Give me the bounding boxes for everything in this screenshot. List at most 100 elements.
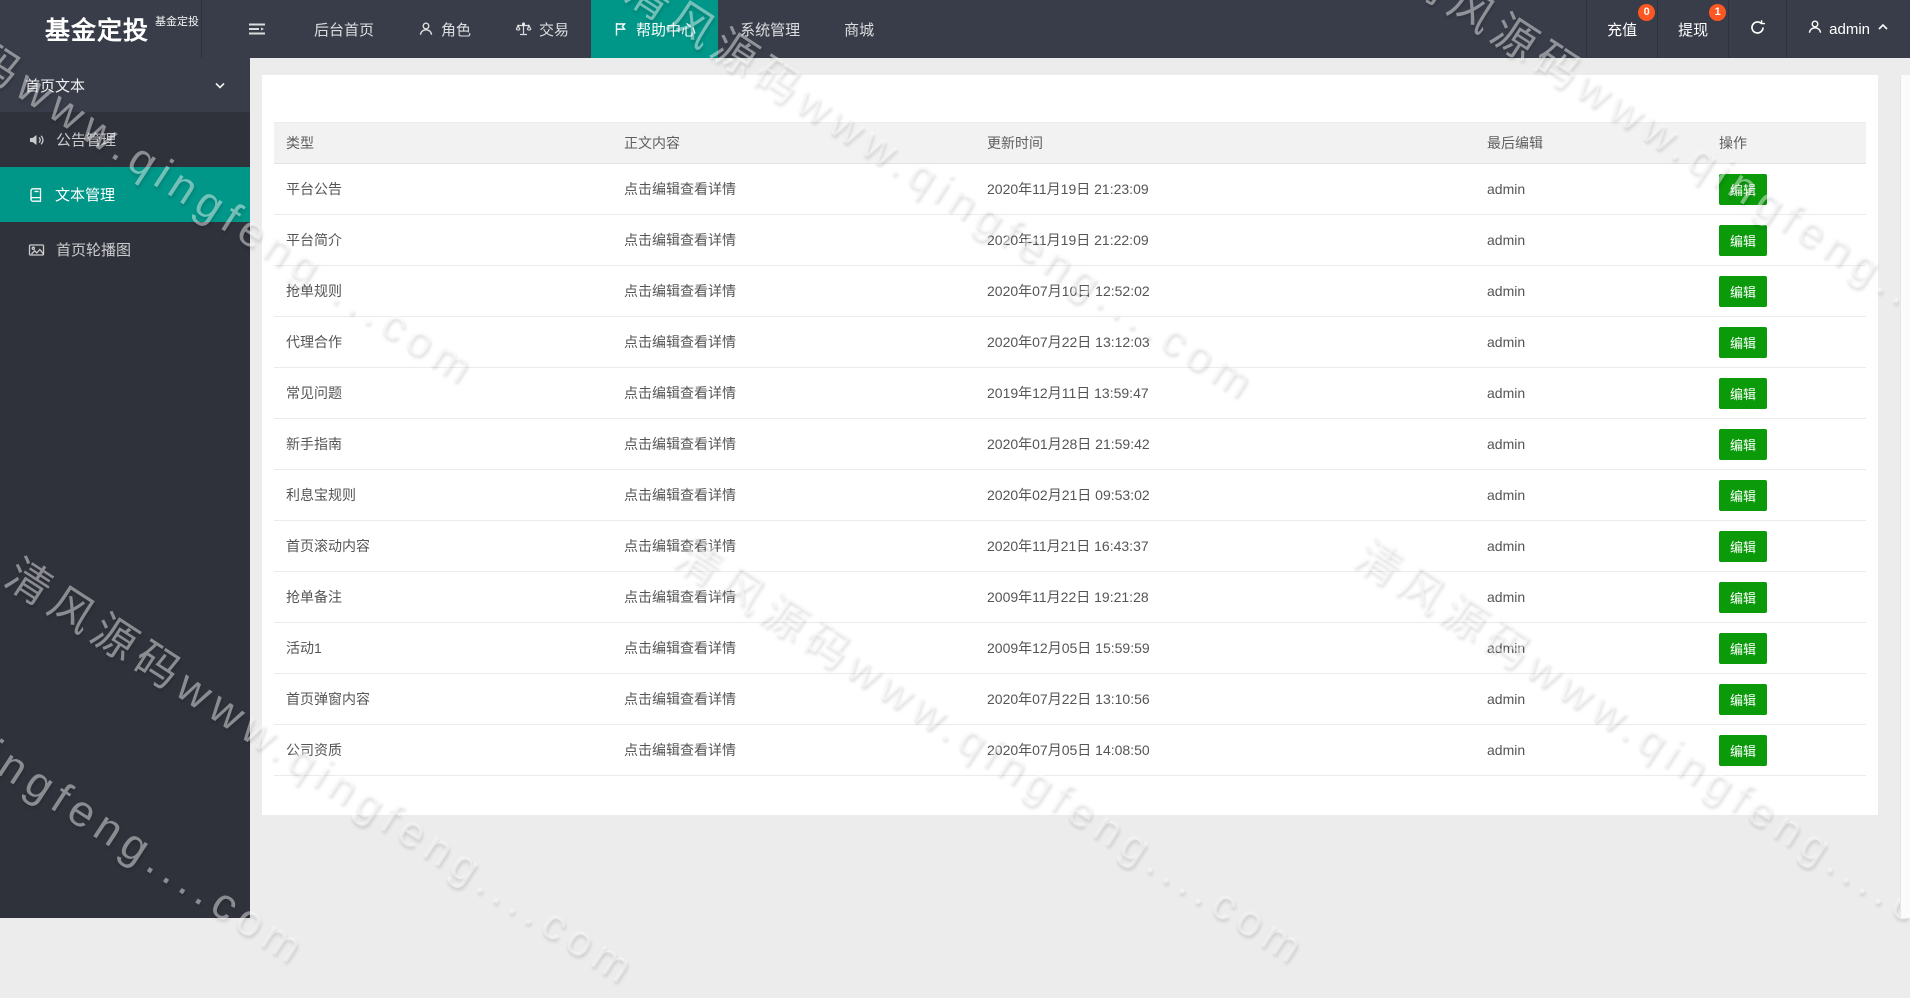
book-icon [28, 187, 44, 203]
cell-updated: 2020年01月28日 21:59:42 [975, 418, 1475, 470]
nav-item-mall[interactable]: 商城 [822, 0, 896, 58]
edit-button[interactable]: 编辑 [1719, 224, 1768, 256]
nav-item-trade[interactable]: 交易 [493, 0, 591, 58]
menu-icon [248, 21, 266, 37]
nav-label: 角色 [441, 21, 472, 39]
refresh-button[interactable] [1728, 0, 1786, 58]
cell-editor: admin [1475, 622, 1707, 674]
cell-updated: 2009年11月22日 19:21:28 [975, 571, 1475, 623]
table-row: 抢单备注 点击编辑查看详情 2009年11月22日 19:21:28 admin… [274, 571, 1866, 623]
cell-action: 编辑 [1707, 367, 1866, 419]
cell-action: 编辑 [1707, 214, 1866, 266]
recharge-button[interactable]: 充值 0 [1586, 0, 1657, 58]
user-menu[interactable]: admin [1786, 0, 1910, 58]
cell-editor: admin [1475, 214, 1707, 266]
edit-button[interactable]: 编辑 [1719, 326, 1768, 358]
table-row: 平台公告 点击编辑查看详情 2020年11月19日 21:23:09 admin… [274, 163, 1866, 215]
cell-content: 点击编辑查看详情 [612, 367, 975, 419]
vertical-scrollbar[interactable] [1900, 75, 1910, 918]
cell-content: 点击编辑查看详情 [612, 316, 975, 368]
sidebar-item-home-carousel[interactable]: 首页轮播图 [0, 222, 250, 277]
app-title: 基金定投 [45, 17, 150, 45]
content-card: 类型 正文内容 更新时间 最后编辑 操作 平台公告 点击编辑查看详情 2020年… [262, 75, 1878, 815]
withdraw-button[interactable]: 提现 1 [1657, 0, 1728, 58]
edit-button[interactable]: 编辑 [1719, 428, 1768, 460]
nav-item-help-center[interactable]: 帮助中心 [591, 0, 719, 58]
edit-button[interactable]: 编辑 [1719, 275, 1768, 307]
sidebar-item-announcement[interactable]: 公告管理 [0, 112, 250, 167]
menu-toggle-button[interactable] [222, 0, 292, 58]
app-title-badge: 基金定投 [155, 16, 200, 28]
sidebar-item-text-management[interactable]: 文本管理 [0, 167, 250, 222]
cell-updated: 2020年11月19日 21:23:09 [975, 163, 1475, 215]
cell-type: 平台公告 [274, 163, 612, 215]
sidebar-item-label: 文本管理 [55, 187, 116, 204]
header-editor: 最后编辑 [1475, 122, 1707, 164]
chevron-down-icon [212, 77, 228, 93]
cell-content: 点击编辑查看详情 [612, 418, 975, 470]
cell-type: 首页弹窗内容 [274, 673, 612, 725]
cell-content: 点击编辑查看详情 [612, 469, 975, 521]
table-header-row: 类型 正文内容 更新时间 最后编辑 操作 [274, 122, 1866, 164]
edit-button[interactable]: 编辑 [1719, 734, 1768, 766]
cell-updated: 2020年02月21日 09:53:02 [975, 469, 1475, 521]
user-icon [418, 21, 434, 37]
cell-action: 编辑 [1707, 622, 1866, 674]
cell-editor: admin [1475, 724, 1707, 776]
cell-content: 点击编辑查看详情 [612, 214, 975, 266]
table-body: 平台公告 点击编辑查看详情 2020年11月19日 21:23:09 admin… [274, 163, 1866, 776]
cell-editor: admin [1475, 163, 1707, 215]
top-nav: 后台首页 角色 交易 帮助中心 系统管理 商城 [202, 0, 896, 58]
table-row: 首页弹窗内容 点击编辑查看详情 2020年07月22日 13:10:56 adm… [274, 673, 1866, 725]
cell-type: 平台简介 [274, 214, 612, 266]
app-logo[interactable]: 基金定投 基金定投 [0, 0, 202, 58]
nav-label: 系统管理 [740, 21, 801, 39]
cell-action: 编辑 [1707, 469, 1866, 521]
sidebar-group-home-text[interactable]: 首页文本 [0, 58, 250, 112]
cell-updated: 2020年07月22日 13:12:03 [975, 316, 1475, 368]
sidebar-group-label: 首页文本 [25, 77, 86, 95]
nav-label: 交易 [539, 21, 570, 39]
nav-item-dashboard[interactable]: 后台首页 [292, 0, 396, 58]
scales-icon [515, 21, 532, 37]
recharge-label: 充值 [1607, 21, 1638, 39]
caret-up-icon [1876, 20, 1890, 38]
cell-content: 点击编辑查看详情 [612, 571, 975, 623]
nav-item-roles[interactable]: 角色 [396, 0, 493, 58]
nav-item-system[interactable]: 系统管理 [718, 0, 822, 58]
cell-updated: 2009年12月05日 15:59:59 [975, 622, 1475, 674]
edit-button[interactable]: 编辑 [1719, 173, 1768, 205]
cell-content: 点击编辑查看详情 [612, 163, 975, 215]
topbar: 基金定投 基金定投 后台首页 角色 交易 帮助中心 系统管理 商城 充值 0 提… [0, 0, 1910, 58]
edit-button[interactable]: 编辑 [1719, 530, 1768, 562]
table-row: 代理合作 点击编辑查看详情 2020年07月22日 13:12:03 admin… [274, 316, 1866, 368]
edit-button[interactable]: 编辑 [1719, 632, 1768, 664]
withdraw-badge: 1 [1709, 4, 1727, 21]
edit-button[interactable]: 编辑 [1719, 377, 1768, 409]
edit-button[interactable]: 编辑 [1719, 479, 1768, 511]
header-action: 操作 [1707, 122, 1866, 164]
refresh-icon [1749, 19, 1766, 40]
edit-button[interactable]: 编辑 [1719, 683, 1768, 715]
table-row: 新手指南 点击编辑查看详情 2020年01月28日 21:59:42 admin… [274, 418, 1866, 470]
image-icon [28, 242, 45, 258]
header-updated: 更新时间 [975, 122, 1475, 164]
edit-button[interactable]: 编辑 [1719, 581, 1768, 613]
table-row: 抢单规则 点击编辑查看详情 2020年07月10日 12:52:02 admin… [274, 265, 1866, 317]
cell-updated: 2020年07月22日 13:10:56 [975, 673, 1475, 725]
cell-updated: 2020年11月21日 16:43:37 [975, 520, 1475, 572]
cell-content: 点击编辑查看详情 [612, 265, 975, 317]
user-icon [1807, 19, 1823, 39]
sidebar-item-label: 首页轮播图 [56, 242, 132, 259]
text-management-table: 类型 正文内容 更新时间 最后编辑 操作 平台公告 点击编辑查看详情 2020年… [274, 122, 1866, 776]
cell-action: 编辑 [1707, 724, 1866, 776]
cell-editor: admin [1475, 367, 1707, 419]
cell-action: 编辑 [1707, 520, 1866, 572]
cell-editor: admin [1475, 673, 1707, 725]
table-row: 利息宝规则 点击编辑查看详情 2020年02月21日 09:53:02 admi… [274, 469, 1866, 521]
cell-editor: admin [1475, 571, 1707, 623]
nav-label: 商城 [844, 21, 875, 39]
cell-action: 编辑 [1707, 316, 1866, 368]
recharge-badge: 0 [1638, 4, 1656, 21]
cell-type: 抢单备注 [274, 571, 612, 623]
